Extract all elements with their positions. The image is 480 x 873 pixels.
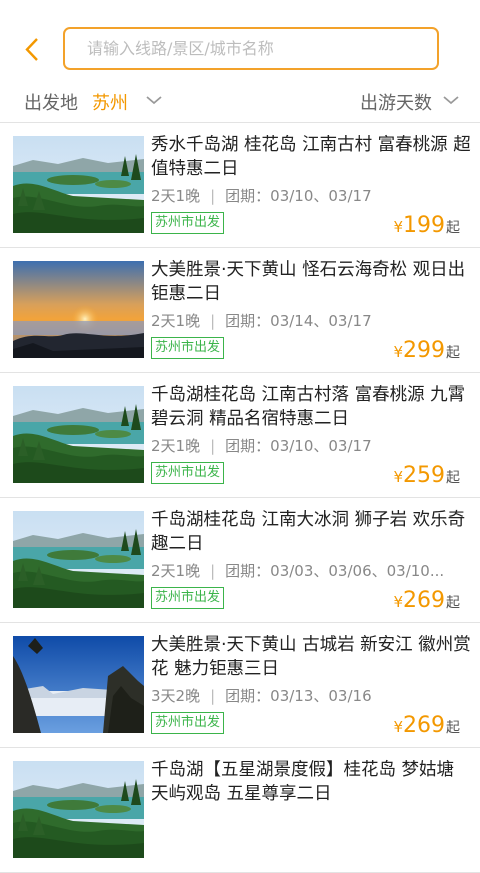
top-bar [0, 0, 480, 84]
tour-dates: 团期：03/03、03/06、03/10... [225, 562, 445, 580]
tour-title: 大美胜景·天下黄山 古城岩 新安江 徽州赏花 魅力钜惠三日 [151, 635, 471, 679]
separator: | [210, 562, 216, 580]
tour-photo [13, 761, 144, 858]
list-item[interactable]: 秀水千岛湖 桂花岛 江南古村 富春桃源 超值特惠二日 2天1晚 | 团期：03/10… [0, 123, 480, 248]
photo-image [13, 511, 144, 608]
price: ¥269起 [393, 588, 460, 613]
tour-dates: 团期：03/14、03/17 [225, 312, 372, 330]
departure-select[interactable]: 苏州 [92, 89, 128, 115]
separator: | [210, 312, 216, 330]
tour-photo [13, 136, 144, 233]
chevron-down-icon[interactable] [145, 94, 163, 106]
chevron-down-icon[interactable] [442, 94, 460, 106]
photo-image [13, 761, 144, 858]
price-value: 269 [403, 713, 445, 738]
duration: 2天1晚 [151, 312, 201, 330]
tour-photo [13, 511, 144, 608]
tour-meta: 3天2晚 | 团期：03/13、03/16 [151, 685, 372, 706]
price: ¥269起 [393, 713, 460, 738]
days-filter-label[interactable]: 出游天数 [360, 89, 432, 115]
tour-meta: 2天1晚 | 团期：03/14、03/17 [151, 310, 372, 331]
departure-tag: 苏州市出发 [151, 212, 225, 234]
duration: 3天2晚 [151, 687, 201, 705]
photo-image [13, 636, 144, 733]
tour-title: 秀水千岛湖 桂花岛 江南古村 富春桃源 超值特惠二日 [151, 135, 471, 179]
departure-tag: 苏州市出发 [151, 462, 225, 484]
list-item[interactable]: 大美胜景·天下黄山 怪石云海奇松 观日出钜惠二日 2天1晚 | 团期：03/14、0… [0, 248, 480, 373]
photo-image [13, 261, 144, 358]
tour-meta: 2天1晚 | 团期：03/10、03/17 [151, 185, 372, 206]
tour-photo [13, 386, 144, 483]
photo-image [13, 136, 144, 233]
tour-meta: 2天1晚 | 团期：03/10、03/17 [151, 435, 372, 456]
filter-bar: 出发地 苏州 出游天数 [0, 84, 480, 123]
price-currency: ¥ [393, 718, 403, 736]
price-value: 199 [403, 213, 445, 238]
list-item[interactable]: 千岛湖桂花岛 江南大冰洞 狮子岩 欢乐奇趣二日 2天1晚 | 团期：03/03、03… [0, 498, 480, 623]
price-unit: 起 [446, 220, 460, 236]
duration: 2天1晚 [151, 187, 201, 205]
tour-title: 千岛湖【五星湖景度假】桂花岛 梦姑塘 天屿观岛 五星尊享二日 [151, 760, 455, 804]
price: ¥299起 [393, 338, 460, 363]
photo-image [13, 386, 144, 483]
departure-tag: 苏州市出发 [151, 587, 225, 609]
list-item[interactable]: 千岛湖桂花岛 江南古村落 富春桃源 九霄碧云洞 精品名宿特惠二日 2天1晚 | 团期… [0, 373, 480, 498]
tour-title: 千岛湖桂花岛 江南古村落 富春桃源 九霄碧云洞 精品名宿特惠二日 [151, 385, 466, 429]
price: ¥259起 [393, 463, 460, 488]
tour-list: 秀水千岛湖 桂花岛 江南古村 富春桃源 超值特惠二日 2天1晚 | 团期：03/10… [0, 123, 480, 873]
tour-meta: 2天1晚 | 团期：03/03、03/06、03/10... [151, 560, 444, 581]
price-value: 259 [403, 463, 445, 488]
separator: | [210, 187, 216, 205]
price-unit: 起 [446, 470, 460, 486]
search-box[interactable] [63, 27, 439, 70]
list-item[interactable]: 大美胜景·天下黄山 古城岩 新安江 徽州赏花 魅力钜惠三日 3天2晚 | 团期：03… [0, 623, 480, 748]
price-currency: ¥ [393, 343, 403, 361]
price-currency: ¥ [393, 593, 403, 611]
back-arrow-icon[interactable] [18, 34, 48, 64]
tour-photo [13, 261, 144, 358]
tour-dates: 团期：03/10、03/17 [225, 187, 372, 205]
tour-dates: 团期：03/13、03/16 [225, 687, 372, 705]
price-value: 269 [403, 588, 445, 613]
departure-tag: 苏州市出发 [151, 712, 225, 734]
price: ¥199起 [393, 213, 460, 238]
duration: 2天1晚 [151, 437, 201, 455]
tour-title: 大美胜景·天下黄山 怪石云海奇松 观日出钜惠二日 [151, 260, 466, 304]
list-item[interactable]: 千岛湖【五星湖景度假】桂花岛 梦姑塘 天屿观岛 五星尊享二日 [0, 748, 480, 873]
price-unit: 起 [446, 345, 460, 361]
price-currency: ¥ [393, 218, 403, 236]
separator: | [210, 687, 216, 705]
price-currency: ¥ [393, 468, 403, 486]
price-unit: 起 [446, 720, 460, 736]
tour-dates: 团期：03/10、03/17 [225, 437, 372, 455]
tour-photo [13, 636, 144, 733]
search-input[interactable] [65, 29, 437, 68]
departure-label: 出发地 [24, 93, 78, 114]
price-value: 299 [403, 338, 445, 363]
tour-title: 千岛湖桂花岛 江南大冰洞 狮子岩 欢乐奇趣二日 [151, 510, 466, 554]
separator: | [210, 437, 216, 455]
duration: 2天1晚 [151, 562, 201, 580]
departure-tag: 苏州市出发 [151, 337, 225, 359]
price-unit: 起 [446, 595, 460, 611]
